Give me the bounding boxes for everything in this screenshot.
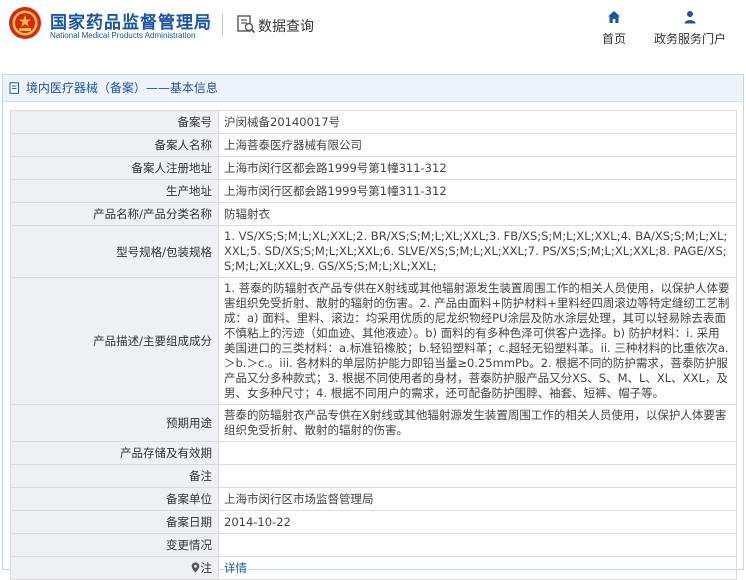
row-value: 上海市闵行区市场监督管理局 (218, 487, 737, 511)
row-value: 1. 菩泰的防辐射衣产品专供在X射线或其他辐射源发生装置周围工作的相关人员使用，… (218, 277, 737, 405)
table-row: 备注 (10, 464, 737, 488)
note-label-text: 注 (200, 561, 213, 575)
table-row: 备案号 沪闵械备20140017号 (10, 110, 737, 134)
nav-service-label: 政务服务门户 (653, 32, 726, 46)
row-value: 1. VS/XS;S;M;L;XL;XXL;2. BR/XS;S;M;L;XL;… (218, 225, 737, 278)
row-value: 2014-10-22 (218, 510, 737, 534)
row-label: 备案号 (10, 110, 219, 134)
row-value: 菩泰的防辐射衣产品专供在X射线或其他辐射源发生装置周围工作的相关人员使用，以保护… (218, 404, 737, 442)
panel-title-text: 境内医疗器械（备案）——基本信息 (25, 81, 218, 95)
row-label: 备案日期 (10, 510, 219, 534)
row-value (218, 441, 737, 465)
home-icon (608, 11, 620, 23)
row-label: 生产地址 (10, 179, 219, 203)
row-value (218, 533, 737, 557)
row-label: 预期用途 (10, 404, 219, 442)
note-row-label: 注 (10, 556, 219, 580)
row-label: 备注 (10, 464, 219, 488)
nav-home[interactable]: 首页 (592, 10, 636, 50)
row-label: 变更情况 (10, 533, 219, 557)
table-row: 产品名称/产品分类名称 防辐射衣 (10, 202, 737, 226)
table-row: 备案人注册地址 上海市闵行区都会路1999号第1幢311-312 (10, 156, 737, 180)
national-emblem-icon (9, 7, 41, 39)
details-link[interactable]: 详情 (224, 561, 247, 575)
org-name-cn: 国家药品监督管理局 (50, 13, 212, 33)
table-row: 生产地址 上海市闵行区都会路1999号第1幢311-312 (10, 179, 737, 203)
nav-service-portal[interactable]: 政务服务门户 (648, 10, 732, 50)
table-row: 注 详情 (10, 556, 737, 580)
row-label: 产品描述/主要组成成分 (10, 277, 219, 405)
record-table: 备案号 沪闵械备20140017号 备案人名称 上海菩泰医疗器械有限公司 备案人… (10, 110, 737, 580)
nav-home-label: 首页 (601, 32, 626, 46)
table-row: 产品存储及有效期 (10, 441, 737, 465)
row-label: 备案单位 (10, 487, 219, 511)
row-label: 型号规格/包装规格 (10, 225, 219, 278)
row-label: 备案人名称 (10, 133, 219, 157)
table-row: 型号规格/包装规格 1. VS/XS;S;M;L;XL;XXL;2. BR/XS… (10, 225, 737, 278)
site-header: 国家药品监督管理局 National Medical Products Admi… (0, 0, 746, 62)
row-value: 上海菩泰医疗器械有限公司 (218, 133, 737, 157)
data-query-icon (237, 15, 256, 34)
row-value: 上海市闵行区都会路1999号第1幢311-312 (218, 179, 737, 203)
basic-info-panel: 境内医疗器械（备案）——基本信息 备案号 沪闵械备20140017号 备案人名称… (2, 74, 744, 580)
row-value: 上海市闵行区都会路1999号第1幢311-312 (218, 156, 737, 180)
header-divider (222, 14, 223, 36)
row-label: 产品名称/产品分类名称 (10, 202, 219, 226)
row-value: 沪闵械备20140017号 (218, 110, 737, 134)
document-icon (9, 82, 19, 94)
table-row: 备案日期 2014-10-22 (10, 510, 737, 534)
table-row: 备案人名称 上海菩泰医疗器械有限公司 (10, 133, 737, 157)
row-value: 详情 (218, 556, 737, 580)
panel-title: 境内医疗器械（备案）——基本信息 (3, 75, 743, 102)
table-row: 备案单位 上海市闵行区市场监督管理局 (10, 487, 737, 511)
org-name-en: National Medical Products Administration (50, 31, 196, 40)
row-value: 防辐射衣 (218, 202, 737, 226)
user-icon (684, 11, 696, 24)
row-label: 产品存储及有效期 (10, 441, 219, 465)
section-title: 数据查询 (258, 19, 314, 35)
row-value (218, 464, 737, 488)
table-row: 变更情况 (10, 533, 737, 557)
table-row: 预期用途 菩泰的防辐射衣产品专供在X射线或其他辐射源发生装置周围工作的相关人员使… (10, 404, 737, 442)
location-pin-icon (191, 562, 199, 573)
table-row: 产品描述/主要组成成分 1. 菩泰的防辐射衣产品专供在X射线或其他辐射源发生装置… (10, 277, 737, 405)
row-label: 备案人注册地址 (10, 156, 219, 180)
